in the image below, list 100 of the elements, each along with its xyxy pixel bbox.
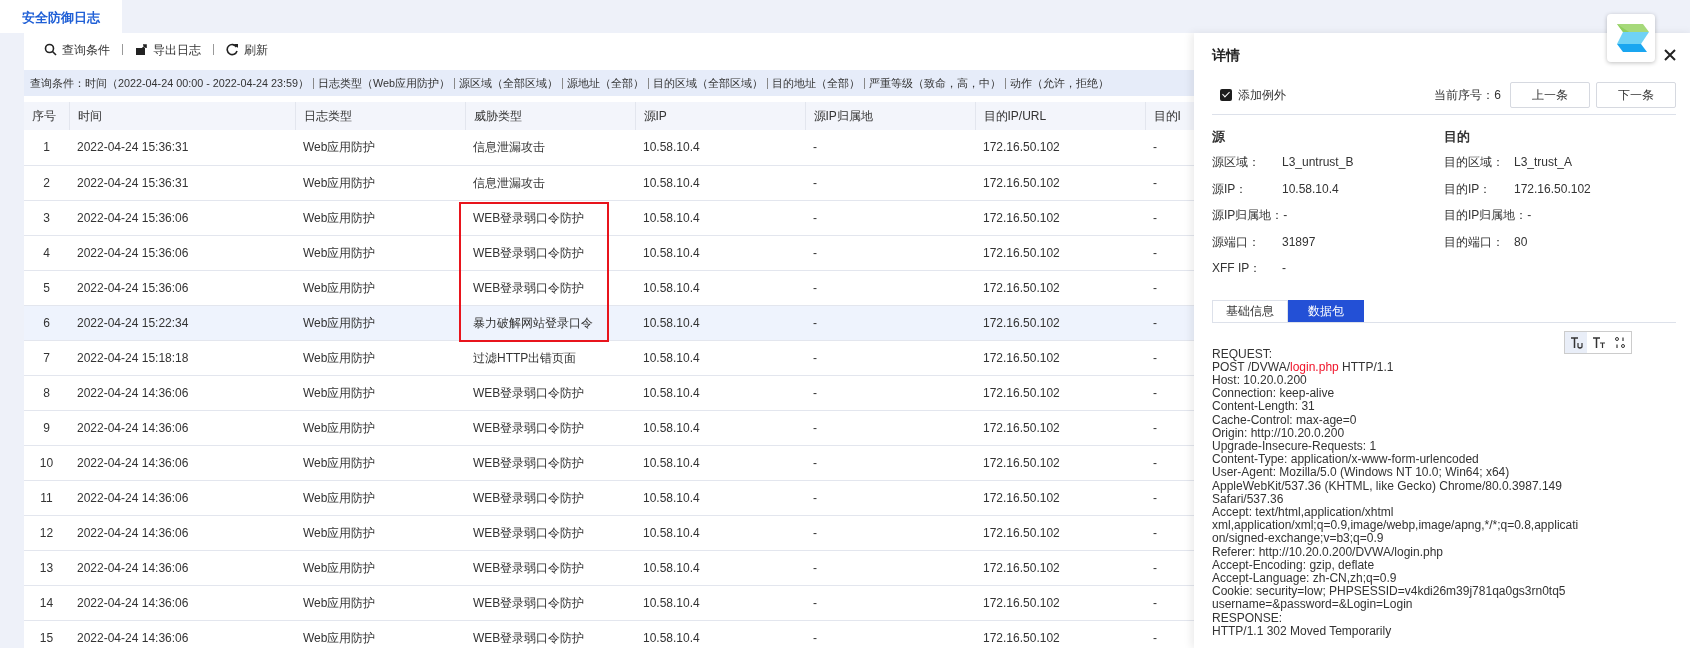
- table-cell: -: [1153, 595, 1157, 610]
- table-cell: 1: [43, 140, 50, 155]
- table-cell: 4: [43, 245, 50, 260]
- table-cell: Web应用防护: [303, 315, 376, 330]
- table-cell: 10.58.10.4: [643, 175, 700, 190]
- column-header[interactable]: 目的I: [1145, 102, 1194, 130]
- table-cell: -: [813, 140, 817, 155]
- table-cell: 172.16.50.102: [983, 385, 1060, 400]
- table-cell: 10.58.10.4: [643, 280, 700, 295]
- table-cell: 172.16.50.102: [983, 350, 1060, 365]
- table-cell: 10: [39, 455, 54, 470]
- column-header[interactable]: 目的IP/URL: [975, 102, 1145, 130]
- field-value: -: [1283, 207, 1288, 225]
- field-value: 80: [1514, 233, 1528, 251]
- checkbox[interactable]: [1220, 88, 1232, 101]
- underline-format-button[interactable]: [1565, 331, 1587, 353]
- text-size-icon: [1590, 334, 1606, 350]
- table-cell: -: [813, 210, 817, 225]
- table-cell: 13: [39, 560, 54, 575]
- field-label: 源IP：: [1212, 180, 1249, 198]
- table-cell: 2022-04-24 14:36:06: [77, 420, 189, 435]
- field-label: 目的端口：: [1444, 233, 1505, 251]
- table-cell: 2: [43, 175, 50, 190]
- table-cell: 10.58.10.4: [643, 210, 700, 225]
- table-cell: 172.16.50.102: [983, 420, 1060, 435]
- search-icon: [44, 43, 57, 56]
- filter-condition: 日志类型（Web应用防护）: [318, 75, 451, 91]
- column-header[interactable]: 源IP: [635, 102, 805, 130]
- table-cell: Web应用防护: [303, 245, 376, 260]
- table-cell: -: [813, 385, 817, 400]
- packet-line: Connection: keep-alive: [1212, 387, 1336, 401]
- table-cell: -: [813, 175, 817, 190]
- search-button[interactable]: 查询条件: [32, 40, 122, 59]
- table-cell: 10.58.10.4: [643, 595, 700, 610]
- packet-line: AppleWebKit/537.36 (KHTML, like Gecko) Chrome/80.0.3987.149: [1212, 479, 1563, 493]
- packet-line: Cache-Control: max-age=0: [1212, 413, 1358, 427]
- table-cell: 10.58.10.4: [643, 245, 700, 260]
- table-cell: 2022-04-24 14:36:06: [77, 385, 189, 400]
- export-button[interactable]: 导出日志: [123, 40, 213, 59]
- table-cell: 2022-04-24 14:36:06: [77, 490, 189, 505]
- table-cell: 10.58.10.4: [643, 385, 700, 400]
- app-logo-icon[interactable]: [1607, 14, 1655, 62]
- close-icon[interactable]: [1664, 49, 1676, 61]
- table-cell: 172.16.50.102: [983, 140, 1060, 155]
- nav-button[interactable]: 上一条: [1510, 81, 1590, 108]
- table-cell: Web应用防护: [303, 525, 376, 540]
- table-cell: WEB登录弱口令防护: [473, 630, 585, 645]
- filter-label: 查询条件：: [30, 75, 85, 91]
- refresh-icon: [226, 43, 239, 56]
- table-row[interactable]: 6 2022-04-24 15:22:34 Web应用防护 暴力破解网站登录口令 10.58.10.4 - 172.16.50.102 -: [24, 305, 1194, 340]
- table-cell: -: [813, 350, 817, 365]
- table-cell: 14: [39, 595, 54, 610]
- table-cell: 172.16.50.102: [983, 490, 1060, 505]
- field-value: 10.58.10.4: [1282, 180, 1339, 198]
- packet-line: Host: 10.20.0.200: [1212, 373, 1307, 388]
- table-cell: -: [813, 315, 817, 330]
- table-cell: WEB登录弱口令防护: [473, 595, 585, 610]
- table-cell: Web应用防护: [303, 280, 376, 295]
- column-header[interactable]: 日志类型: [295, 102, 465, 130]
- refresh-button[interactable]: 刷新: [214, 40, 280, 59]
- table-cell: 172.16.50.102: [983, 315, 1060, 330]
- table-cell: -: [1153, 140, 1157, 155]
- table-cell: -: [1153, 490, 1157, 505]
- panel-title: 详情: [1212, 45, 1240, 65]
- table-cell: 10.58.10.4: [643, 525, 700, 540]
- packet-line: Cookie: security=low; PHPSESSID=v4kdi26m39j781qa0gs3rn0tq5: [1212, 585, 1567, 599]
- table-cell: 172.16.50.102: [983, 560, 1060, 575]
- table-cell: WEB登录弱口令防护: [473, 280, 585, 295]
- table-cell: -: [813, 245, 817, 260]
- detail-tab[interactable]: 数据包: [1288, 299, 1364, 322]
- column-header[interactable]: 威胁类型: [465, 102, 635, 130]
- column-header[interactable]: 时间: [69, 102, 295, 130]
- page-tab[interactable]: 安全防御日志: [0, 0, 122, 33]
- table-cell: -: [1153, 175, 1157, 190]
- filter-condition: 源地址（全部）: [567, 75, 645, 91]
- column-header[interactable]: 序号: [24, 102, 69, 130]
- field-value: -: [1282, 260, 1286, 278]
- table-cell: 7: [43, 350, 50, 365]
- packet-line: REQUEST:: [1212, 347, 1273, 361]
- current-index: 当前序号：6: [1434, 86, 1501, 104]
- packet-line: Origin: http://10.20.0.200: [1212, 426, 1345, 440]
- underline-format-icon: [1568, 334, 1584, 350]
- table-cell: Web应用防护: [303, 490, 376, 505]
- table-cell: 172.16.50.102: [983, 455, 1060, 470]
- nav-button[interactable]: 下一条: [1596, 81, 1676, 108]
- table-cell: -: [813, 280, 817, 295]
- field-label: 源IP归属地：: [1212, 207, 1284, 225]
- packet-line: Content-Type: application/x-www-form-urlencoded: [1212, 453, 1480, 467]
- field-label: 源区域：: [1212, 154, 1261, 172]
- field-value: 31897: [1282, 233, 1316, 251]
- table-cell: -: [1153, 420, 1157, 435]
- table-cell: Web应用防护: [303, 455, 376, 470]
- table-cell: 10.58.10.4: [643, 420, 700, 435]
- table-cell: WEB登录弱口令防护: [473, 560, 585, 575]
- detail-tab[interactable]: 基础信息: [1212, 299, 1288, 322]
- column-header[interactable]: 源IP归属地: [805, 102, 975, 130]
- checkbox-label[interactable]: 添加例外: [1238, 85, 1286, 104]
- filter-condition: 动作（允许，拒绝）: [1010, 75, 1110, 91]
- table-cell: 11: [40, 490, 53, 505]
- filter-condition: 时间（2022-04-24 00:00 - 2022-04-24 23:59）: [85, 75, 310, 91]
